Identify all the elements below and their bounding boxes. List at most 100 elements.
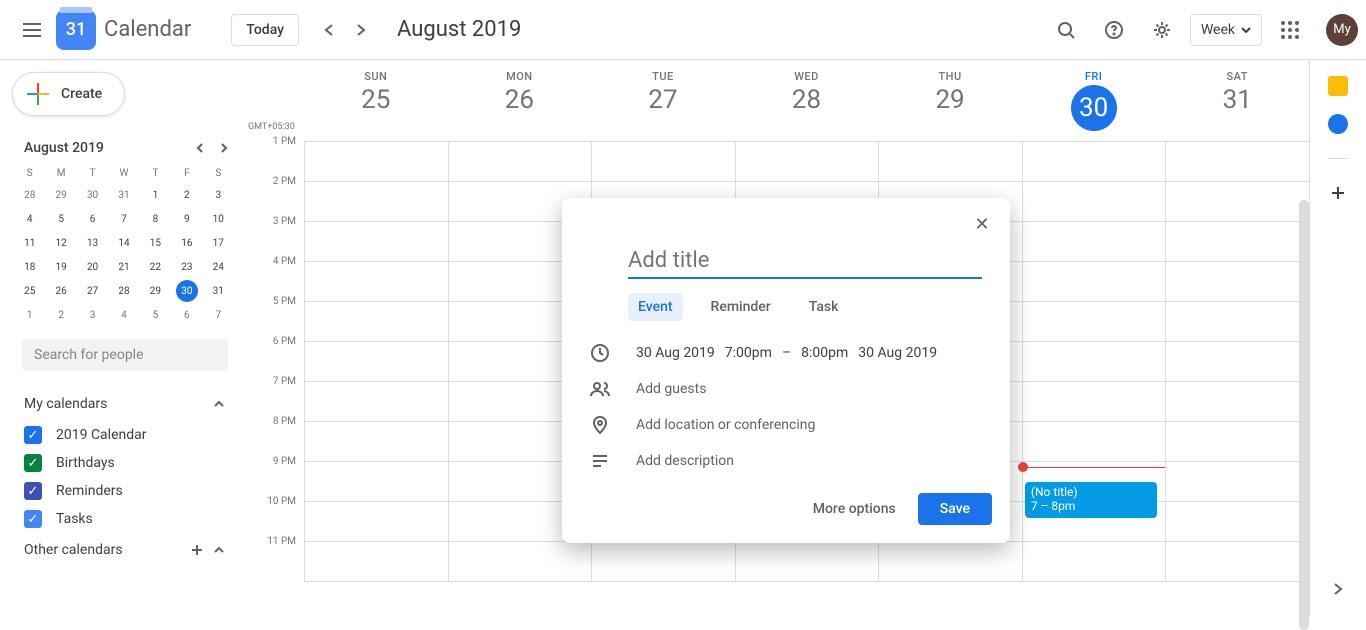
day-column[interactable] <box>1165 142 1309 582</box>
hour-cell[interactable] <box>305 422 448 462</box>
mini-day-cell[interactable]: 26 <box>45 279 76 303</box>
calendar-checkbox[interactable]: ✓ <box>24 426 42 444</box>
day-header[interactable]: TUE27 <box>591 60 735 141</box>
mini-day-cell[interactable]: 29 <box>45 183 76 207</box>
mini-day-cell[interactable]: 16 <box>171 231 202 255</box>
calendar-item[interactable]: ✓Birthdays <box>0 449 248 477</box>
event-title-input[interactable] <box>628 244 982 279</box>
save-button[interactable]: Save <box>918 493 992 525</box>
day-header[interactable]: THU29 <box>878 60 1022 141</box>
hour-cell[interactable] <box>1023 422 1166 462</box>
mini-day-cell[interactable]: 9 <box>171 207 202 231</box>
mini-day-cell[interactable]: 1 <box>14 303 45 327</box>
hour-cell[interactable] <box>1023 262 1166 302</box>
google-apps-button[interactable] <box>1270 10 1310 50</box>
mini-day-cell[interactable]: 25 <box>14 279 45 303</box>
hour-cell[interactable] <box>305 382 448 422</box>
settings-button[interactable] <box>1142 10 1182 50</box>
hour-cell[interactable] <box>592 542 735 582</box>
collapse-panel-button[interactable] <box>1328 579 1348 603</box>
mini-day-cell[interactable]: 1 <box>140 183 171 207</box>
hour-cell[interactable] <box>449 142 592 182</box>
main-menu-button[interactable] <box>8 6 56 54</box>
mini-next-month[interactable] <box>212 136 236 160</box>
mini-day-cell[interactable]: 22 <box>140 255 171 279</box>
calendar-checkbox[interactable]: ✓ <box>24 454 42 472</box>
mini-day-cell[interactable]: 23 <box>171 255 202 279</box>
add-guests-row[interactable]: Add guests <box>562 371 1010 407</box>
hour-cell[interactable] <box>1023 382 1166 422</box>
mini-day-cell[interactable]: 24 <box>203 255 234 279</box>
hour-cell[interactable] <box>305 542 448 582</box>
mini-day-cell[interactable]: 2 <box>171 183 202 207</box>
close-dialog-button[interactable]: ✕ <box>968 210 996 238</box>
tab-task[interactable]: Task <box>799 293 849 321</box>
mini-day-cell[interactable]: 7 <box>108 207 139 231</box>
day-header[interactable]: SUN25 <box>304 60 448 141</box>
mini-day-cell[interactable]: 2 <box>45 303 76 327</box>
mini-day-cell[interactable]: 7 <box>203 303 234 327</box>
hour-cell[interactable] <box>592 142 735 182</box>
search-button[interactable] <box>1046 10 1086 50</box>
mini-day-cell[interactable]: 18 <box>14 255 45 279</box>
mini-day-cell[interactable]: 31 <box>203 279 234 303</box>
mini-day-cell[interactable]: 28 <box>14 183 45 207</box>
tab-event[interactable]: Event <box>628 293 683 321</box>
mini-day-cell[interactable]: 13 <box>77 231 108 255</box>
hour-cell[interactable] <box>305 182 448 222</box>
hour-cell[interactable] <box>1023 302 1166 342</box>
hour-cell[interactable] <box>305 502 448 542</box>
mini-day-cell[interactable]: 20 <box>77 255 108 279</box>
hour-cell[interactable] <box>736 542 879 582</box>
mini-prev-month[interactable] <box>188 136 212 160</box>
more-options-button[interactable]: More options <box>799 493 910 525</box>
mini-day-cell[interactable]: 17 <box>203 231 234 255</box>
hour-cell[interactable] <box>305 462 448 502</box>
mini-day-cell[interactable]: 15 <box>140 231 171 255</box>
hour-cell[interactable] <box>1166 182 1309 222</box>
create-button[interactable]: Create <box>12 72 125 116</box>
account-avatar[interactable]: My <box>1326 14 1358 46</box>
hour-cell[interactable] <box>879 542 1022 582</box>
hour-cell[interactable] <box>1166 142 1309 182</box>
hour-cell[interactable] <box>1166 502 1309 542</box>
mini-day-cell[interactable]: 28 <box>108 279 139 303</box>
prev-week-button[interactable] <box>313 14 345 46</box>
mini-day-cell[interactable]: 14 <box>108 231 139 255</box>
mini-day-cell[interactable]: 30 <box>171 279 202 303</box>
hour-cell[interactable] <box>449 542 592 582</box>
add-description-row[interactable]: Add description <box>562 443 1010 479</box>
hour-cell[interactable] <box>1023 542 1166 582</box>
hour-cell[interactable] <box>305 262 448 302</box>
day-header[interactable]: FRI30 <box>1022 60 1166 141</box>
hour-cell[interactable] <box>305 302 448 342</box>
hour-cell[interactable] <box>1166 222 1309 262</box>
mini-day-cell[interactable]: 8 <box>140 207 171 231</box>
mini-day-cell[interactable]: 29 <box>140 279 171 303</box>
hour-cell[interactable] <box>1166 342 1309 382</box>
hour-cell[interactable] <box>1023 222 1166 262</box>
mini-day-cell[interactable]: 12 <box>45 231 76 255</box>
hour-cell[interactable] <box>1166 462 1309 502</box>
mini-day-cell[interactable]: 27 <box>77 279 108 303</box>
day-header[interactable]: SAT31 <box>1165 60 1309 141</box>
mini-day-cell[interactable]: 10 <box>203 207 234 231</box>
mini-day-cell[interactable]: 5 <box>140 303 171 327</box>
today-button[interactable]: Today <box>231 14 299 46</box>
mini-day-cell[interactable]: 21 <box>108 255 139 279</box>
next-week-button[interactable] <box>345 14 377 46</box>
mini-day-cell[interactable]: 3 <box>203 183 234 207</box>
mini-day-cell[interactable]: 30 <box>77 183 108 207</box>
mini-day-cell[interactable]: 3 <box>77 303 108 327</box>
hour-cell[interactable] <box>1166 382 1309 422</box>
tab-reminder[interactable]: Reminder <box>701 293 781 321</box>
hour-cell[interactable] <box>879 142 1022 182</box>
hour-cell[interactable] <box>305 142 448 182</box>
hour-cell[interactable] <box>1166 262 1309 302</box>
mini-day-cell[interactable]: 4 <box>14 207 45 231</box>
day-header[interactable]: WED28 <box>735 60 879 141</box>
mini-day-cell[interactable]: 5 <box>45 207 76 231</box>
scrollbar[interactable] <box>1299 200 1309 630</box>
hour-cell[interactable] <box>1023 142 1166 182</box>
hour-cell[interactable] <box>1023 342 1166 382</box>
